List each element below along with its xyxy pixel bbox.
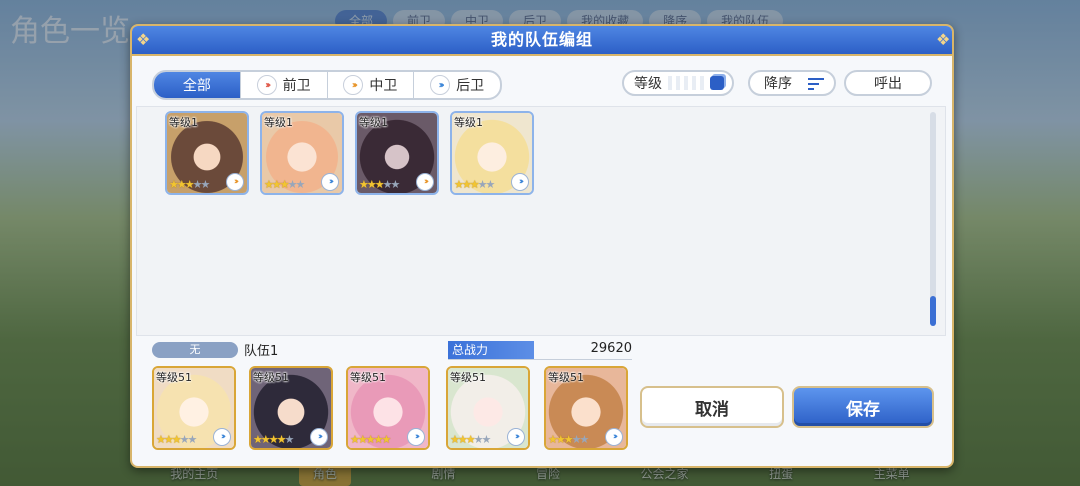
star-rating-icon: ★★★★★ [450, 433, 491, 446]
roster-card[interactable]: 等级1 ★★★★★ ››› [165, 111, 249, 195]
team-member-card[interactable]: 等级51 ★★★★★ ››› [249, 366, 333, 450]
card-level: 等级51 [350, 371, 386, 384]
card-level: 等级51 [156, 371, 192, 384]
call-button[interactable]: 呼出 [844, 70, 932, 96]
card-level: 等级51 [548, 371, 584, 384]
chevrons-blue-icon: ››› [321, 173, 339, 191]
chevrons-blue-icon: ››› [310, 428, 328, 446]
sort-toggle-icon [710, 76, 724, 90]
card-level: 等级1 [169, 116, 198, 129]
chevrons-orange-icon: ››› [226, 173, 244, 191]
roster-grid: 等级1 ★★★★★ ››› 等级1 ★★★★★ ››› 等级1 ★★★★★ ››… [136, 106, 946, 336]
team-name: 队伍1 [244, 344, 279, 359]
star-rating-icon: ★★★★★ [548, 433, 589, 446]
team-tag: 无 [152, 342, 238, 358]
chevrons-blue-icon: ››› [511, 173, 529, 191]
star-rating-icon: ★★★★★ [350, 433, 391, 446]
save-button[interactable]: 保存 [792, 386, 934, 428]
team-member-card[interactable]: 等级51 ★★★★★ ››› [346, 366, 430, 450]
star-rating-icon: ★★★★★ [264, 178, 305, 191]
filter-all[interactable]: 全部 [154, 72, 241, 98]
team-edit-dialog: ❖ 我的队伍编组 ❖ 全部 ››› 前卫 ››› 中卫 ››› 后卫 等级 降序… [130, 24, 954, 468]
sort-level-stripe [668, 76, 708, 90]
sort-level-label: 等级 [634, 76, 662, 92]
call-label: 呼出 [874, 76, 902, 92]
filter-label: 前卫 [282, 78, 311, 94]
star-rating-icon: ★★★★★ [454, 178, 495, 191]
team-member-card[interactable]: 等级51 ★★★★★ ››› [544, 366, 628, 450]
chevrons-blue-icon: ››› [407, 428, 425, 446]
sort-by-level-button[interactable]: 等级 [622, 70, 734, 96]
dialog-header: ❖ 我的队伍编组 ❖ [132, 26, 952, 56]
roster-card[interactable]: 等级1 ★★★★★ ››› [450, 111, 534, 195]
dialog-title: 我的队伍编组 [490, 30, 593, 49]
filter-label: 全部 [182, 78, 211, 94]
chevrons-blue-icon: ››› [430, 75, 451, 95]
filter-label: 后卫 [456, 78, 485, 94]
filter-back[interactable]: ››› 后卫 [414, 72, 500, 98]
role-filter: 全部 ››› 前卫 ››› 中卫 ››› 后卫 [152, 70, 502, 100]
sort-order-label: 降序 [764, 76, 792, 92]
total-power-value: 29620 [590, 341, 632, 356]
team-member-card[interactable]: 等级51 ★★★★★ ››› [152, 366, 236, 450]
power-underline [448, 359, 632, 360]
chevrons-blue-icon: ››› [507, 428, 525, 446]
sort-order-button[interactable]: 降序 [748, 70, 836, 96]
chevrons-blue-icon: ››› [213, 428, 231, 446]
roster-card[interactable]: 等级1 ★★★★★ ››› [355, 111, 439, 195]
filter-label: 中卫 [369, 78, 398, 94]
card-level: 等级1 [359, 116, 388, 129]
cancel-button[interactable]: 取消 [640, 386, 784, 428]
ornament-icon: ❖ [936, 30, 952, 49]
card-level: 等级51 [450, 371, 486, 384]
card-level: 等级1 [264, 116, 293, 129]
scrollbar-thumb[interactable] [930, 296, 936, 326]
card-level: 等级1 [454, 116, 483, 129]
chevrons-orange-icon: ››› [416, 173, 434, 191]
card-level: 等级51 [253, 371, 289, 384]
star-rating-icon: ★★★★★ [359, 178, 400, 191]
chevrons-orange-icon: ››› [343, 75, 364, 95]
star-rating-icon: ★★★★★ [169, 178, 210, 191]
chevrons-red-icon: ››› [256, 75, 277, 95]
star-rating-icon: ★★★★★ [156, 433, 197, 446]
filter-middle[interactable]: ››› 中卫 [328, 72, 415, 98]
team-member-card[interactable]: 等级51 ★★★★★ ››› [446, 366, 530, 450]
total-power-label: 总战力 [448, 341, 534, 359]
star-rating-icon: ★★★★★ [253, 433, 294, 446]
roster-card[interactable]: 等级1 ★★★★★ ››› [260, 111, 344, 195]
ornament-icon: ❖ [136, 30, 152, 49]
sort-descending-icon [808, 78, 824, 93]
chevrons-blue-icon: ››› [605, 428, 623, 446]
roster-scrollbar[interactable] [930, 112, 936, 326]
filter-front[interactable]: ››› 前卫 [241, 72, 328, 98]
